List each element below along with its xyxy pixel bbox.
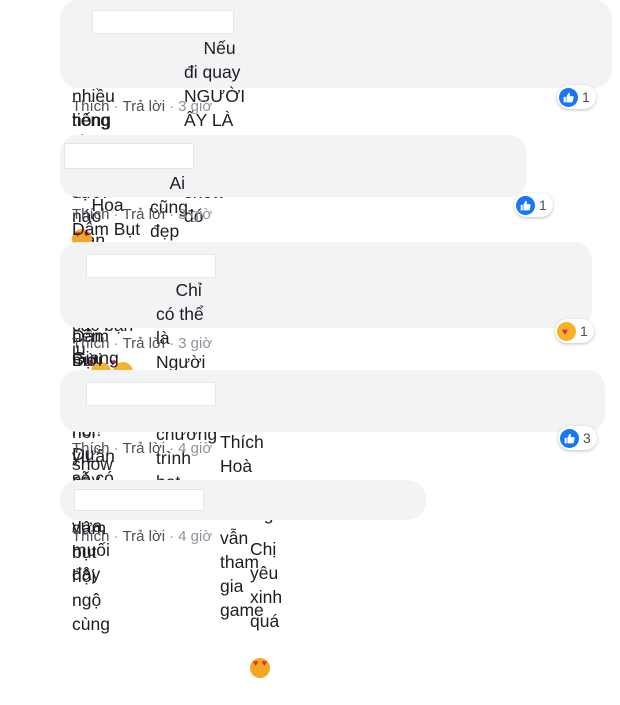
- comment-actions: Thích · Trả lời · 3 giờ: [72, 206, 212, 223]
- separator-dot: ·: [169, 440, 175, 457]
- care-icon: [557, 321, 576, 341]
- reaction-count-badge[interactable]: 1: [557, 85, 596, 109]
- like-icon: [559, 87, 578, 107]
- reply-link[interactable]: Trả lời: [123, 335, 166, 352]
- comment-timestamp[interactable]: 3 giờ: [178, 206, 212, 223]
- reaction-count-badge[interactable]: 1: [555, 319, 594, 343]
- like-icon: [516, 195, 535, 215]
- reply-link[interactable]: Trả lời: [123, 98, 166, 115]
- heart-eyes-emoji: [250, 658, 270, 678]
- reaction-count: 1: [582, 89, 590, 105]
- separator-dot: ·: [169, 528, 175, 545]
- comment-actions: Thích · Trả lời · 3 giờ: [72, 335, 212, 352]
- separator-dot: ·: [113, 528, 119, 545]
- like-link[interactable]: Thích: [72, 98, 110, 115]
- comment-timestamp[interactable]: 3 giờ: [178, 98, 212, 115]
- reply-link[interactable]: Trả lời: [123, 206, 166, 223]
- separator-dot: ·: [169, 98, 175, 115]
- comment-timestamp[interactable]: 3 giờ: [178, 335, 212, 352]
- redacted-author-name[interactable]: [74, 489, 204, 511]
- reaction-count-badge[interactable]: 1: [514, 193, 553, 217]
- comment-timestamp[interactable]: 4 giờ: [178, 440, 212, 457]
- reaction-count: 1: [539, 197, 547, 213]
- reaction-count: 1: [580, 323, 588, 339]
- comment-text: Chị yêu xinh quá: [250, 489, 282, 705]
- reply-link[interactable]: Trả lời: [123, 528, 166, 545]
- comment-actions: Thích · Trả lời · 3 giờ: [72, 98, 212, 115]
- separator-dot: ·: [113, 335, 119, 352]
- like-link[interactable]: Thích: [72, 528, 110, 545]
- like-link[interactable]: Thích: [72, 440, 110, 457]
- comment-actions: Thích · Trả lời · 4 giờ: [72, 528, 212, 545]
- separator-dot: ·: [113, 440, 119, 457]
- reaction-count: 3: [583, 430, 591, 446]
- separator-dot: ·: [169, 335, 175, 352]
- separator-dot: ·: [113, 206, 119, 223]
- comment-timestamp[interactable]: 4 giờ: [178, 528, 212, 545]
- separator-dot: ·: [113, 98, 119, 115]
- reply-link[interactable]: Trả lời: [123, 440, 166, 457]
- reaction-count-badge[interactable]: 3: [558, 426, 597, 450]
- like-icon: [560, 428, 579, 448]
- separator-dot: ·: [169, 206, 175, 223]
- redacted-author-name[interactable]: [86, 382, 216, 406]
- like-link[interactable]: Thích: [72, 206, 110, 223]
- like-link[interactable]: Thích: [72, 335, 110, 352]
- comment-actions: Thích · Trả lời · 4 giờ: [72, 440, 212, 457]
